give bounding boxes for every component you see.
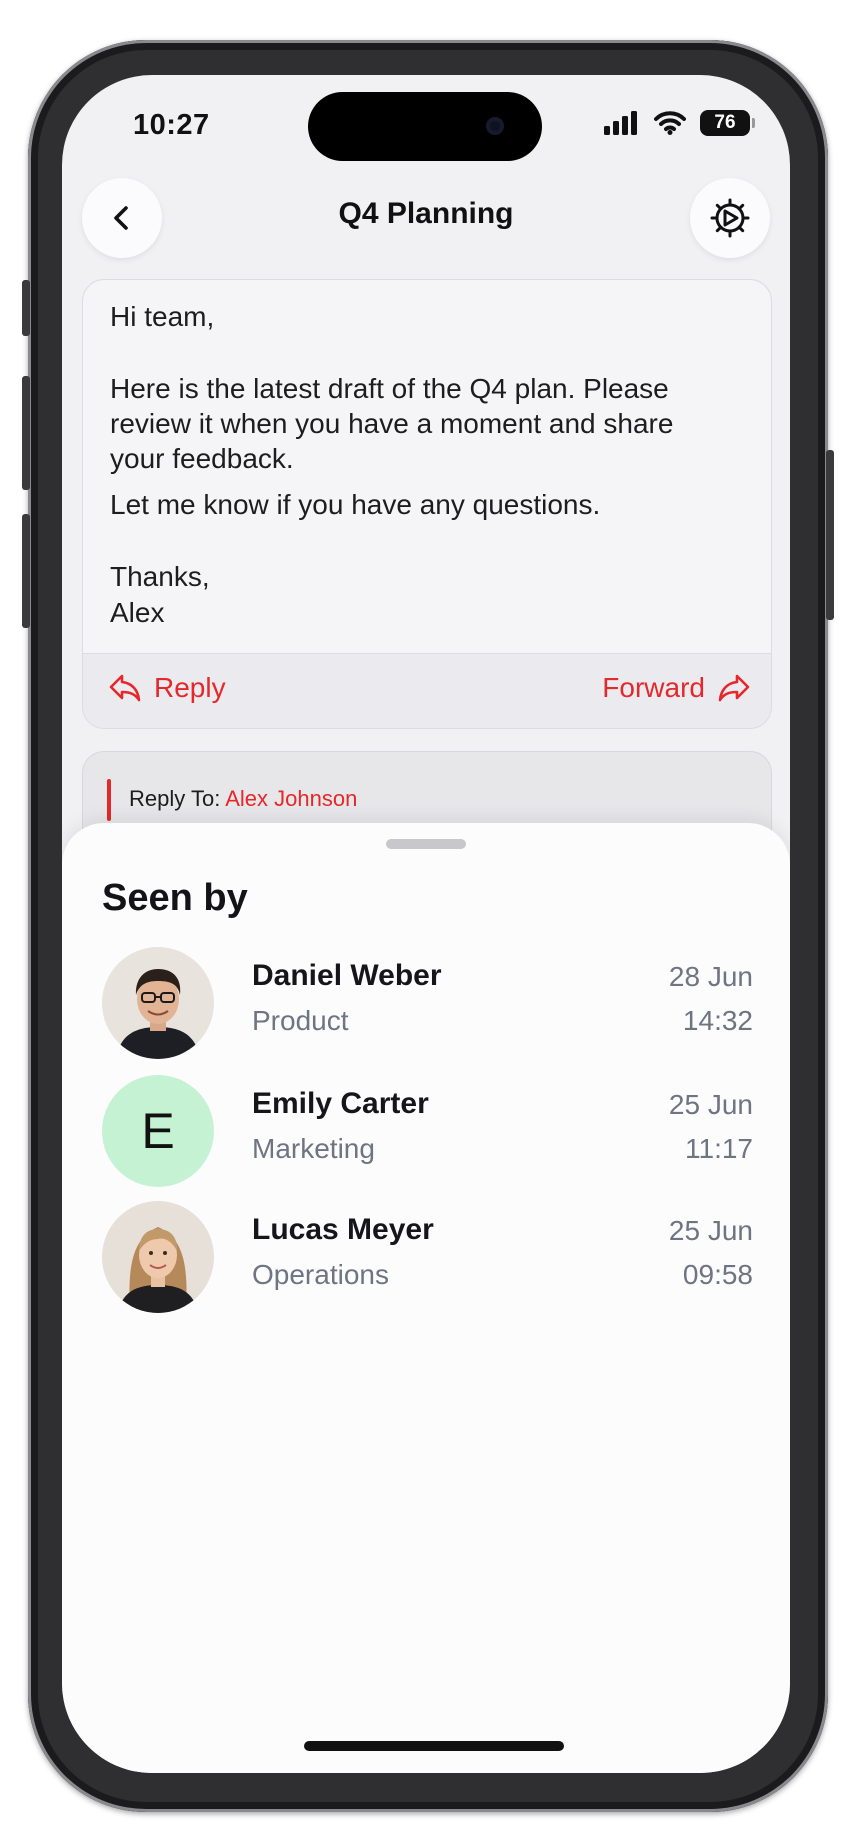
seen-time: 14:32 [682,1005,753,1036]
viewer-row[interactable]: Daniel Weber Product 28 Jun 14:32 [62,947,790,1059]
reply-to-line: Reply To: Alex Johnson [129,786,357,812]
status-icons: 76 [604,108,755,138]
message-greeting: Hi team, [110,301,215,332]
forward-button[interactable]: Forward [602,672,751,704]
reply-arrow-icon [109,674,141,702]
forward-arrow-icon [718,674,750,702]
wifi-icon [654,111,686,135]
viewer-name: Daniel Weber [252,959,442,992]
viewer-department: Product [252,1005,349,1036]
viewer-name: Emily Carter [252,1087,429,1120]
battery-indicator: 76 [700,110,755,136]
viewer-row[interactable]: E Emily Carter Marketing 25 Jun 11:17 [62,1075,790,1187]
gear-icon [710,198,750,238]
person-photo-avatar [102,1201,214,1313]
reply-label: Reply [154,672,226,703]
home-indicator[interactable] [304,1741,564,1751]
signal-icon [604,111,637,135]
avatar [102,947,214,1059]
seen-date: 28 Jun [668,961,753,992]
action-button [22,280,30,336]
seen-date: 25 Jun [668,1089,753,1120]
seen-date: 25 Jun [668,1215,753,1246]
sheet-title: Seen by [102,877,248,919]
screen: 10:27 76 Q4 Planning Hi team, Here is th… [62,75,790,1773]
initial-avatar: E [102,1075,214,1187]
viewer-department: Operations [252,1259,389,1290]
viewer-row[interactable]: Lucas Meyer Operations 25 Jun 09:58 [62,1201,790,1313]
message-signature: Alex [110,597,165,628]
message-card: Hi team, Here is the latest draft of the… [82,279,772,729]
message-paragraph: Let me know if you have any questions. [110,489,601,520]
volume-down-button [22,514,30,628]
reply-to-label: Reply To: [129,786,221,811]
viewer-department: Marketing [252,1133,375,1164]
seen-time: 09:58 [682,1259,753,1290]
message-paragraph-line: your feedback. [110,443,294,474]
person-photo-avatar [102,947,214,1059]
forward-label: Forward [602,672,705,703]
message-actions: Reply Forward [83,654,771,728]
avatar [102,1201,214,1313]
page-title: Q4 Planning [338,197,514,230]
message-body: Hi team, Here is the latest draft of the… [83,280,771,654]
message-signoff: Thanks, [110,561,210,592]
settings-button[interactable] [690,178,770,258]
reply-to-name: Alex Johnson [225,786,358,811]
viewer-name: Lucas Meyer [252,1213,434,1246]
status-time: 10:27 [133,109,210,141]
reply-accent-bar [107,779,111,821]
volume-up-button [22,376,30,490]
front-camera [486,117,504,135]
seen-by-sheet: Seen by Daniel Weber Product 28 Jun 14:3… [62,823,790,1773]
reply-button[interactable]: Reply [108,672,226,704]
sheet-grabber[interactable] [386,839,466,849]
power-button [826,450,834,620]
seen-time: 11:17 [685,1133,753,1164]
dynamic-island [308,92,542,161]
